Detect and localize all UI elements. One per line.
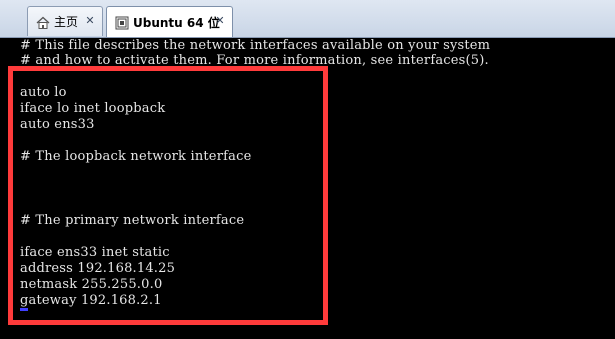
terminal-line: gateway 192.168.2.1 xyxy=(20,293,162,308)
terminal-line: # and how to activate them. For more inf… xyxy=(20,53,489,68)
terminal-line: # The loopback network interface xyxy=(20,149,252,164)
terminal-line: auto ens33 xyxy=(20,117,95,132)
tab-ubuntu-label: Ubuntu 64 位 xyxy=(133,15,220,30)
tab-home-label: 主页 xyxy=(54,15,79,29)
vm-window: 主页 ✕ Ubuntu 64 位 ✕ # This file describes… xyxy=(0,0,615,339)
terminal-line: auto lo xyxy=(20,85,67,100)
text-cursor xyxy=(20,308,28,311)
terminal-line: # This file describes the network interf… xyxy=(20,38,491,53)
terminal-console[interactable]: # This file describes the network interf… xyxy=(0,38,615,339)
terminal-line: iface lo inet loopback xyxy=(20,101,166,116)
close-icon[interactable]: ✕ xyxy=(214,15,226,27)
terminal-line: netmask 255.255.0.0 xyxy=(20,277,163,292)
terminal-line: address 192.168.14.25 xyxy=(20,261,176,276)
home-icon xyxy=(36,15,50,29)
close-icon[interactable]: ✕ xyxy=(84,15,96,27)
tab-bar-edge xyxy=(0,0,27,37)
tab-bar: 主页 ✕ Ubuntu 64 位 ✕ xyxy=(0,0,615,38)
terminal-line: # The primary network interface xyxy=(20,213,245,228)
vm-icon xyxy=(115,15,129,30)
tab-ubuntu[interactable]: Ubuntu 64 位 ✕ xyxy=(106,6,233,37)
tab-home[interactable]: 主页 ✕ xyxy=(27,6,103,36)
terminal-line: iface ens33 inet static xyxy=(20,245,170,260)
